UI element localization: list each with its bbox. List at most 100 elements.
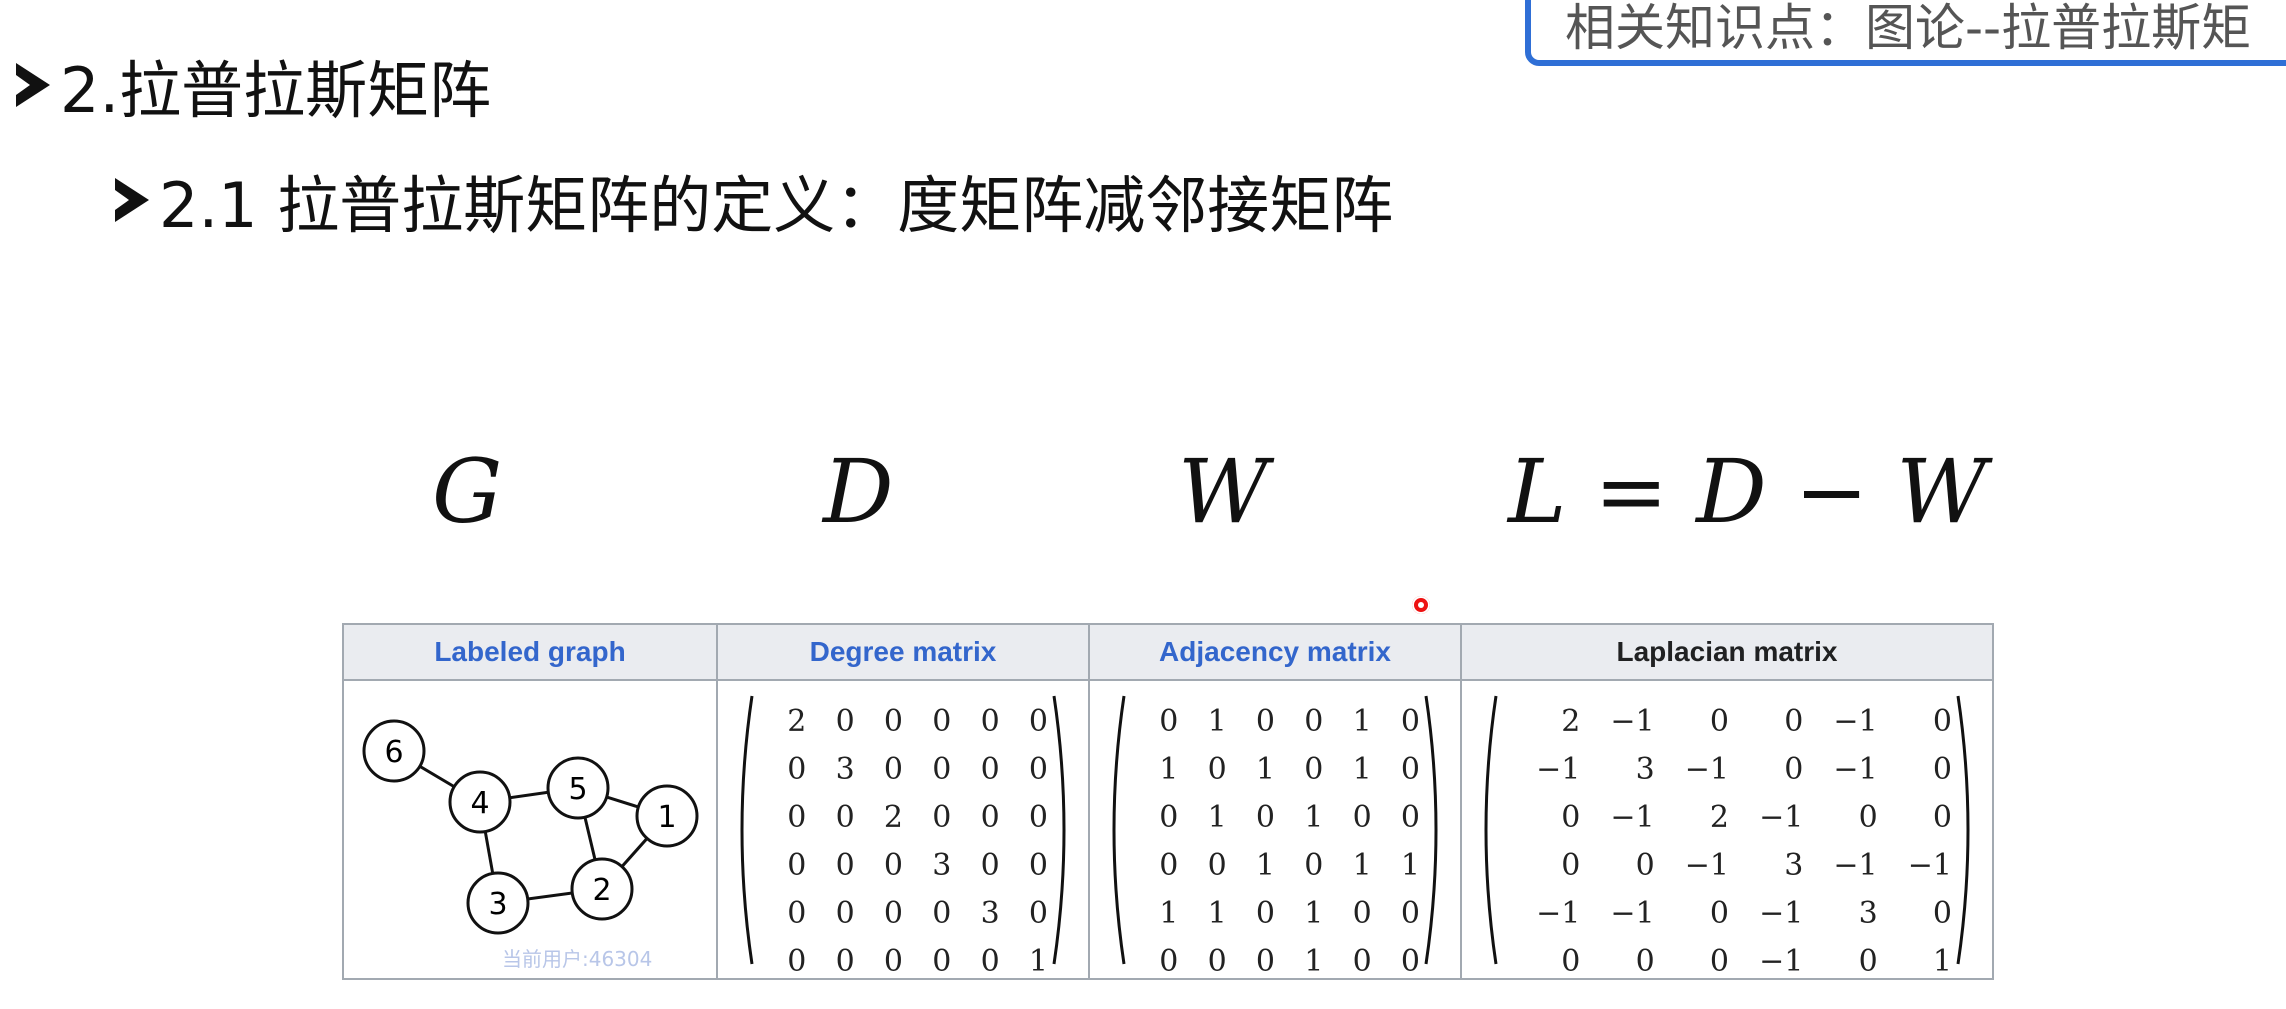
adjacency-matrix-cell: 010010101010010100001011110100000100 <box>1088 679 1462 980</box>
matrix-entry: 0 <box>1932 895 1952 931</box>
matrix-entry: 0 <box>1159 799 1179 835</box>
matrix-entry: 2 <box>1561 703 1581 739</box>
matrix-entry: 1 <box>1159 895 1179 931</box>
formula-l: L = D − W <box>1508 440 1987 543</box>
matrix-entry: 3 <box>835 751 855 787</box>
header-degree-matrix[interactable]: Degree matrix <box>716 623 1090 681</box>
matrix-entry: −1 <box>1684 751 1729 787</box>
matrix-entry: 2 <box>883 799 903 835</box>
matrix-entry: 0 <box>835 895 855 931</box>
matrix-entry: 3 <box>1635 751 1655 787</box>
matrix-entry: 0 <box>1159 943 1179 979</box>
matrix-entry: 0 <box>980 799 1000 835</box>
matrix-entry: 0 <box>980 751 1000 787</box>
matrix-entry: −1 <box>1759 943 1804 979</box>
matrix-entry: 1 <box>1028 943 1048 979</box>
matrix-entry: 0 <box>932 895 952 931</box>
pointer-cursor-icon <box>1412 596 1430 614</box>
matrix-entry: −1 <box>1536 751 1581 787</box>
matrix-entry: −1 <box>1759 799 1804 835</box>
matrix-entry: 0 <box>1028 847 1048 883</box>
matrix-entry: 0 <box>1709 703 1729 739</box>
matrix-entry: 0 <box>1561 943 1581 979</box>
matrix-entry: 0 <box>1028 895 1048 931</box>
matrix-entry: 3 <box>932 847 952 883</box>
header-laplacian-matrix: Laplacian matrix <box>1460 623 1994 681</box>
matrix-entry: 1 <box>1352 847 1372 883</box>
matrix-entry: −1 <box>1907 847 1952 883</box>
matrix-entry: 2 <box>787 703 807 739</box>
right-paren-icon <box>1052 695 1066 964</box>
matrix-entry: 0 <box>980 943 1000 979</box>
matrix-entry: 0 <box>883 751 903 787</box>
graph-node-6: 6 <box>362 719 426 783</box>
formula-d: D <box>823 440 894 543</box>
graph-node-1: 1 <box>635 784 699 848</box>
matrix-entry: −1 <box>1759 895 1804 931</box>
user-watermark: 当前用户:46304 <box>502 947 653 971</box>
matrix-entry: 0 <box>1028 751 1048 787</box>
matrix-entry: −1 <box>1610 895 1655 931</box>
graph-node-4: 4 <box>448 770 512 834</box>
matrix-entry: 0 <box>1400 751 1420 787</box>
matrix-entry: 0 <box>883 943 903 979</box>
matrix-entry: 0 <box>787 895 807 931</box>
bullet-arrow-icon <box>115 178 149 222</box>
matrix-entry: 0 <box>1400 703 1420 739</box>
matrix-entry: 0 <box>787 799 807 835</box>
left-paren-icon <box>1112 695 1126 964</box>
svg-text:5: 5 <box>568 772 587 807</box>
svg-text:6: 6 <box>384 735 403 770</box>
graph-node-3: 3 <box>466 871 530 935</box>
matrix-entry: 1 <box>1304 943 1324 979</box>
adjacency-matrix: 010010101010010100001011110100000100 <box>1130 698 1420 986</box>
matrix-entry: 0 <box>787 751 807 787</box>
matrix-entry: 1 <box>1255 751 1275 787</box>
labeled-graph: 6 4 5 1 3 2 <box>362 719 699 935</box>
matrix-entry: 0 <box>980 703 1000 739</box>
matrix-entry: 0 <box>1932 751 1952 787</box>
matrix-entry: 0 <box>1255 799 1275 835</box>
matrix-entry: 1 <box>1207 799 1227 835</box>
graph-node-5: 5 <box>546 756 610 820</box>
matrix-entry: 0 <box>1709 943 1729 979</box>
matrix-entry: 0 <box>1304 703 1324 739</box>
degree-matrix: 200000030000002000000300000030000001 <box>758 698 1048 986</box>
matrix-entry: 0 <box>1159 847 1179 883</box>
matrix-entry: 0 <box>1352 895 1372 931</box>
matrix-entry: 0 <box>1932 799 1952 835</box>
matrix-entry: 0 <box>1784 751 1804 787</box>
matrix-entry: 0 <box>1709 895 1729 931</box>
matrix-entry: 0 <box>980 847 1000 883</box>
bullet-level2: 2.1 拉普拉斯矩阵的定义：度矩阵减邻接矩阵 <box>115 155 1393 245</box>
svg-text:3: 3 <box>488 887 507 922</box>
matrix-entry: −1 <box>1833 703 1878 739</box>
matrix-entry: 0 <box>1858 943 1878 979</box>
matrix-entry: 0 <box>1028 703 1048 739</box>
matrix-entry: −1 <box>1833 847 1878 883</box>
matrix-entry: 3 <box>980 895 1000 931</box>
matrix-entry: 0 <box>1352 799 1372 835</box>
matrix-entry: 0 <box>1159 703 1179 739</box>
bullet-level2-text: 2.1 拉普拉斯矩阵的定义：度矩阵减邻接矩阵 <box>159 169 1394 242</box>
right-paren-icon <box>1956 695 1970 964</box>
matrix-entry: 0 <box>932 799 952 835</box>
formula-g: G <box>432 440 503 543</box>
bullet-arrow-icon <box>16 63 50 107</box>
matrix-entry: 1 <box>1207 703 1227 739</box>
matrix-entry: 1 <box>1932 943 1952 979</box>
left-paren-icon <box>740 695 754 964</box>
matrix-entry: 0 <box>883 703 903 739</box>
matrix-entry: 0 <box>835 943 855 979</box>
matrix-entry: 0 <box>883 847 903 883</box>
right-paren-icon <box>1424 695 1438 964</box>
matrix-entry: 0 <box>787 847 807 883</box>
matrix-entry: 0 <box>1207 943 1227 979</box>
matrix-entry: 0 <box>1635 847 1655 883</box>
header-adjacency-matrix[interactable]: Adjacency matrix <box>1088 623 1462 681</box>
left-paren-icon <box>1484 695 1498 964</box>
header-labeled-graph[interactable]: Labeled graph <box>342 623 718 681</box>
matrix-entry: 0 <box>1561 847 1581 883</box>
matrix-entry: 1 <box>1159 751 1179 787</box>
bullet-level1-text: 2.拉普拉斯矩阵 <box>60 54 492 127</box>
